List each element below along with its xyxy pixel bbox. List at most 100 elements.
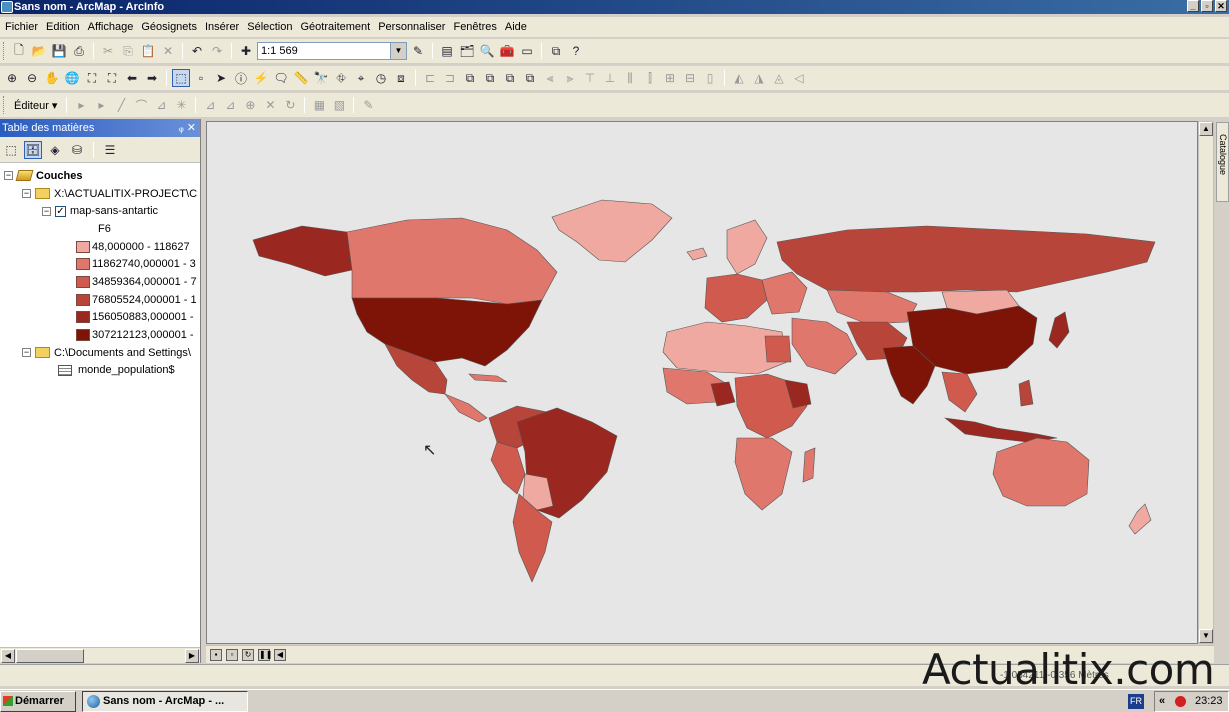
toolbar-grip[interactable] [3,96,6,114]
delete-icon[interactable]: ✕ [159,42,177,60]
legend-swatch[interactable] [76,258,90,271]
map-vertical-scrollbar[interactable]: ▲ ▼ [1198,121,1214,644]
menu-fenetres[interactable]: Fenêtres [452,21,503,33]
python-window-icon[interactable]: ▭ [518,42,536,60]
cut-icon[interactable]: ✂ [99,42,117,60]
align-right-edge-icon[interactable]: ⫸ [561,69,579,87]
sketch-properties-icon[interactable]: ▧ [330,96,348,114]
undo-icon[interactable]: ↶ [188,42,206,60]
menu-geotraitement[interactable]: Géotraitement [300,21,378,33]
rotate-left-icon[interactable]: ◭ [730,69,748,87]
legend-swatch[interactable] [76,240,90,253]
taskbar-item-arcmap[interactable]: Sans nom - ArcMap - ... [82,691,248,712]
menu-personnaliser[interactable]: Personnaliser [377,21,452,33]
send-to-back-icon[interactable]: ⧉ [481,69,499,87]
add-data-icon[interactable]: ✚ [237,42,255,60]
edit-vertices-icon[interactable]: ⊿ [201,96,219,114]
list-by-selection-icon[interactable]: ⛁ [68,141,86,159]
flip-horizontal-icon[interactable]: ◬ [770,69,788,87]
attributes-icon[interactable]: ▦ [310,96,328,114]
back-extent-icon[interactable]: ⬅ [123,69,141,87]
identify-icon[interactable]: ⓘ [232,69,250,87]
legend-swatch[interactable] [76,275,90,288]
align-center-icon[interactable]: ⊐ [441,69,459,87]
tree-row-layer[interactable]: − ✓ map-sans-antartic [0,202,200,220]
whats-this-help-icon[interactable]: ? [567,42,585,60]
align-middle-icon[interactable]: ⊥ [601,69,619,87]
measure-icon[interactable]: 📏 [292,69,310,87]
refresh-view-icon[interactable]: ↻ [242,648,254,661]
zoom-out-icon[interactable]: ⊖ [23,69,41,87]
point-icon[interactable]: ✳ [172,96,190,114]
find-binoculars-icon[interactable]: 🔭 [312,69,330,87]
fixed-zoom-in-icon[interactable]: ⛶ [83,69,101,87]
align-left-edge-icon[interactable]: ⫷ [541,69,559,87]
print-icon[interactable]: ⎙ [70,42,88,60]
modelbuilder-icon[interactable]: ⧉ [547,42,565,60]
collapse-icon[interactable]: − [4,171,13,181]
map-scale-select[interactable]: 1:1 569 ▼ [257,42,407,60]
menu-inserer[interactable]: Insérer [204,21,246,33]
flip-vertical-icon[interactable]: ◁ [790,69,808,87]
zoom-in-icon[interactable]: ⊕ [3,69,21,87]
restore-button[interactable]: ▫ [1201,0,1213,12]
scroll-up-icon[interactable]: ▲ [1199,122,1213,136]
make-same-height-icon[interactable]: ▯ [701,69,719,87]
paste-icon[interactable]: 📋 [139,42,157,60]
menu-fichier[interactable]: Fichier [4,21,45,33]
distribute-icon[interactable]: ⫼ [621,69,639,87]
tree-row-folder-x[interactable]: − X:\ACTUALITIX-PROJECT\C [0,185,200,203]
trace-icon[interactable]: ⊿ [152,96,170,114]
tree-row-table[interactable]: monde_population$ [0,362,200,380]
align-left-icon[interactable]: ⊏ [421,69,439,87]
forward-extent-icon[interactable]: ➡ [143,69,161,87]
list-by-visibility-icon[interactable]: ◈ [46,141,64,159]
data-view-icon[interactable]: ▪ [210,648,222,661]
map-display[interactable]: ↖ [206,121,1198,644]
scroll-left-icon[interactable]: ◀ [1,649,15,663]
menu-edition[interactable]: Edition [45,21,87,33]
copy-icon[interactable]: ⎘ [119,42,137,60]
tree-row-folder-c[interactable]: − C:\Documents and Settings\ [0,344,200,362]
menu-affichage[interactable]: Affichage [87,21,141,33]
redo-icon[interactable]: ↷ [208,42,226,60]
new-document-icon[interactable]: 🗋 [10,42,28,60]
toc-pin-close-buttons[interactable]: ᵩ ✕ [179,119,196,137]
list-by-drawing-order-icon[interactable]: ⬚ [2,141,20,159]
edit-tool-icon[interactable]: ▸ [72,96,90,114]
toc-horizontal-scrollbar[interactable]: ◀ ▶ [0,647,200,663]
create-features-icon[interactable]: ✎ [359,96,377,114]
clear-selection-icon[interactable]: ▫ [192,69,210,87]
catalog-side-tab[interactable]: Catalogue [1216,122,1229,202]
reshape-icon[interactable]: ⊿ [221,96,239,114]
goto-xy-icon[interactable]: ⌖ [352,69,370,87]
edit-annotation-icon[interactable]: ▸ [92,96,110,114]
align-top-icon[interactable]: ⊤ [581,69,599,87]
fixed-zoom-out-icon[interactable]: ⛶ [103,69,121,87]
select-features-icon[interactable]: ⬚ [172,69,190,87]
straight-segment-icon[interactable]: ╱ [112,96,130,114]
collapse-icon[interactable]: − [42,206,51,216]
send-backward-icon[interactable]: ⧉ [521,69,539,87]
toolbar-grip[interactable] [3,42,6,60]
menu-geosignets[interactable]: Géosignets [140,21,204,33]
split-tool-icon[interactable]: ✕ [261,96,279,114]
rotate-tool-icon[interactable]: ↻ [281,96,299,114]
html-popup-icon[interactable]: 🗨 [272,69,290,87]
arctoolbox-icon[interactable]: 🧰 [498,42,516,60]
scroll-right-icon[interactable]: ▶ [185,649,199,663]
create-viewer-icon[interactable]: ⧈ [392,69,410,87]
minimize-button[interactable]: _ [1187,0,1199,12]
time-slider-icon[interactable]: ◷ [372,69,390,87]
collapse-icon[interactable]: − [22,189,31,199]
language-indicator[interactable]: FR [1128,694,1144,709]
show-hidden-icons-button[interactable]: « [1159,692,1165,711]
open-folder-icon[interactable]: 📂 [30,42,48,60]
menu-aide[interactable]: Aide [504,21,534,33]
editor-toolbar-icon[interactable]: ✎ [409,42,427,60]
layer-visibility-checkbox[interactable]: ✓ [55,205,66,217]
scroll-down-icon[interactable]: ▼ [1199,629,1213,643]
make-same-size-icon[interactable]: ⊞ [661,69,679,87]
catalog-window-icon[interactable]: 🗂 [458,42,476,60]
make-same-width-icon[interactable]: ⊟ [681,69,699,87]
